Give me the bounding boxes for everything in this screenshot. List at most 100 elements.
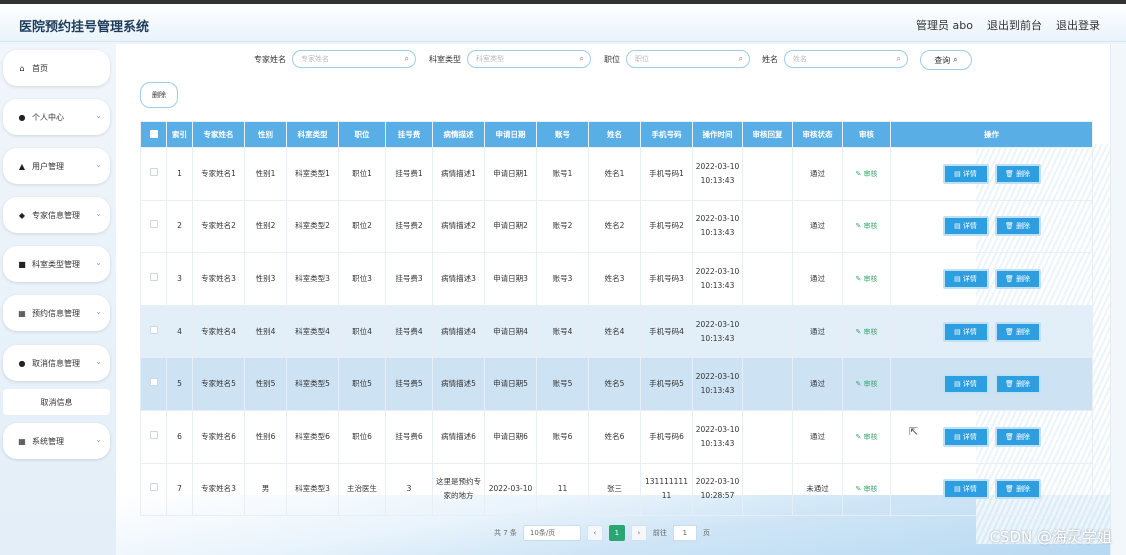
- prev-page-button[interactable]: ‹: [586, 525, 603, 541]
- document-icon: ▤: [954, 380, 963, 389]
- delete-button[interactable]: 🗑︎ 删除: [994, 268, 1041, 289]
- row-checkbox-cell[interactable]: [140, 409, 167, 464]
- detail-button[interactable]: ▤ 详情: [942, 268, 989, 289]
- data-table: 索引 专家姓名 性别 科室类型 职位 挂号费 病情描述 申请日期 账号 姓名 手机号码 操作时间 审核回…: [140, 121, 1093, 517]
- table-row[interactable]: 1 专家姓名1 性别1 科室类型1 职位1 挂号费1 病情描述1 申请日期1 账号1 姓名1 手机号…: [140, 147, 1093, 201]
- position-search-input[interactable]: 职位 ⌕: [626, 50, 750, 68]
- row-checkbox[interactable]: [149, 167, 158, 176]
- delete-button[interactable]: 🗑︎ 删除: [994, 216, 1041, 237]
- sidebar-item-7[interactable]: ▦ 系统管理 ⌄: [3, 423, 110, 459]
- row-checkbox[interactable]: [149, 378, 158, 387]
- row-checkbox[interactable]: [149, 272, 158, 281]
- audit-link[interactable]: ✎ 审核: [855, 433, 877, 441]
- row-checkbox-cell[interactable]: [140, 199, 167, 254]
- page-size-select[interactable]: 10条/页: [522, 525, 581, 541]
- audit-link[interactable]: ✎ 审核: [855, 380, 877, 388]
- home-icon: ⌂: [19, 63, 25, 73]
- select-all-header[interactable]: [140, 121, 167, 148]
- audit-label: 审核: [863, 274, 878, 283]
- audit-link[interactable]: ✎ 审核: [855, 170, 877, 178]
- audit-link[interactable]: ✎ 审核: [855, 275, 877, 283]
- position-label: 职位: [604, 54, 620, 64]
- cell-fee: 挂号费6: [385, 409, 433, 464]
- next-page-button[interactable]: ›: [630, 525, 647, 541]
- audit-label: 审核: [863, 169, 878, 178]
- sidebar-item-3[interactable]: ◆ 专家信息管理 ⌄: [3, 197, 110, 233]
- row-checkbox[interactable]: [149, 220, 158, 229]
- cell-pos: 职位3: [338, 252, 386, 306]
- detail-button[interactable]: ▤ 详情: [942, 479, 989, 500]
- exit-front-link[interactable]: 退出到前台: [987, 17, 1042, 33]
- name-search-input[interactable]: 姓名 ⌕: [784, 50, 908, 68]
- table-row[interactable]: 5 专家姓名5 性别5 科室类型5 职位5 挂号费5 病情描述5 申请日期5 账号5 姓名5 手机号…: [140, 357, 1093, 411]
- detail-button[interactable]: ▤ 详情: [942, 374, 989, 395]
- sidebar-item-4[interactable]: ■ 科室类型管理 ⌄: [3, 246, 110, 282]
- row-checkbox[interactable]: [149, 430, 158, 439]
- person-icon: ●: [18, 112, 26, 122]
- delete-button[interactable]: 🗑︎ 删除: [994, 426, 1041, 447]
- detail-button[interactable]: ▤ 详情: [942, 163, 989, 184]
- delete-button[interactable]: 🗑︎ 删除: [994, 374, 1041, 395]
- page-number-current[interactable]: 1: [608, 525, 625, 541]
- table-row[interactable]: 4 专家姓名4 性别4 科室类型4 职位4 挂号费4 病情描述4 申请日期4 账号4 姓名4 手机号…: [140, 304, 1093, 359]
- goto-page-input[interactable]: 1: [672, 525, 697, 541]
- query-button[interactable]: 查询 ⌕: [920, 50, 972, 70]
- audit-link[interactable]: ✎ 审核: [855, 328, 877, 336]
- chevron-down-icon: ⌄: [95, 111, 102, 120]
- position-search-group: 职位 职位 ⌕: [604, 50, 750, 68]
- delete-button[interactable]: 🗑︎ 删除: [994, 321, 1041, 342]
- row-checkbox-cell[interactable]: [140, 462, 167, 517]
- actions-cell: ▤ 详情 🗑︎ 删除: [890, 462, 1093, 517]
- submenu-cancel-info[interactable]: 取消信息: [3, 389, 110, 415]
- table-row[interactable]: 2 专家姓名2 性别2 科室类型2 职位2 挂号费2 病情描述2 申请日期2 账号2 姓名2 手机号…: [140, 199, 1093, 254]
- app-title: 医院预约挂号管理系统: [19, 20, 150, 35]
- dept-search-input[interactable]: 科室类型 ⌕: [467, 50, 591, 68]
- scrollbar[interactable]: [1110, 44, 1126, 555]
- table-row[interactable]: 7 专家姓名3 男科室类型3 主治医生 3 这里是预约专家的地方 2022-03-10 11 张…: [140, 462, 1093, 517]
- column-header: 申请日期: [484, 121, 537, 148]
- sidebar-item-label: 用户管理: [32, 161, 64, 171]
- sidebar-item-1[interactable]: ● 个人中心 ⌄: [3, 99, 110, 135]
- batch-delete-button[interactable]: 删除: [140, 82, 178, 108]
- chevron-down-icon: ⌄: [95, 160, 102, 169]
- detail-button[interactable]: ▤ 详情: [942, 426, 989, 447]
- row-checkbox-cell[interactable]: [140, 147, 167, 201]
- cell-reply: [742, 357, 793, 411]
- app-header: 医院预约挂号管理系统 管理员 abo 退出到前台 退出登录: [0, 4, 1126, 42]
- table-row[interactable]: 3 专家姓名3 性别3 科室类型3 职位3 挂号费3 病情描述3 申请日期3 账号3 姓名3 手机号…: [140, 252, 1093, 306]
- logout-link[interactable]: 退出登录: [1056, 17, 1100, 33]
- cell-dept: 科室类型1: [286, 147, 339, 201]
- sidebar-item-0[interactable]: ⌂ 首页: [3, 50, 110, 86]
- cell-account: 账号6: [536, 409, 589, 464]
- row-checkbox-cell[interactable]: [140, 252, 167, 306]
- cell-expert: 专家姓名4: [192, 304, 245, 359]
- sidebar-item-5[interactable]: ▦ 预约信息管理 ⌄: [3, 295, 110, 331]
- table-body: 1 专家姓名1 性别1 科室类型1 职位1 挂号费1 病情描述1 申请日期1 账号1 姓名1 手机号…: [140, 147, 1093, 517]
- table-row[interactable]: 6 专家姓名6 性别6 科室类型6 职位6 挂号费6 病情描述6 申请日期6 账号6 姓名6 手机号…: [140, 409, 1093, 464]
- cell-fee: 挂号费3: [385, 252, 433, 306]
- expert-search-input[interactable]: 专家姓名 ⌕: [292, 50, 416, 68]
- cell-optime: 2022-03-10 10:13:43: [692, 147, 743, 201]
- trash-icon: 🗑︎: [1004, 327, 1017, 336]
- row-checkbox[interactable]: [149, 325, 158, 334]
- row-checkbox[interactable]: [149, 483, 158, 492]
- audit-link[interactable]: ✎ 审核: [855, 222, 877, 230]
- delete-button[interactable]: 🗑︎ 删除: [994, 479, 1041, 500]
- detail-button[interactable]: ▤ 详情: [942, 216, 989, 237]
- select-all-checkbox[interactable]: [149, 129, 158, 138]
- sidebar-item-6[interactable]: ● 取消信息管理 ⌄: [3, 345, 110, 381]
- cell-expert: 专家姓名1: [192, 147, 245, 201]
- row-checkbox-cell[interactable]: [140, 304, 167, 359]
- document-icon: ▤: [954, 485, 963, 494]
- detail-label: 详情: [962, 222, 977, 231]
- detail-button[interactable]: ▤ 详情: [942, 321, 989, 342]
- trash-icon: 🗑︎: [1004, 222, 1017, 231]
- expert-label: 专家姓名: [254, 54, 286, 64]
- sidebar-item-2[interactable]: ▲ 用户管理 ⌄: [3, 148, 110, 184]
- row-checkbox-cell[interactable]: [140, 357, 167, 411]
- cell-optime: 2022-03-10 10:28:57: [692, 462, 743, 517]
- cell-idx: 2: [166, 199, 193, 254]
- cell-account: 账号2: [536, 199, 589, 254]
- audit-link[interactable]: ✎ 审核: [855, 485, 877, 493]
- delete-button[interactable]: 🗑︎ 删除: [994, 163, 1041, 184]
